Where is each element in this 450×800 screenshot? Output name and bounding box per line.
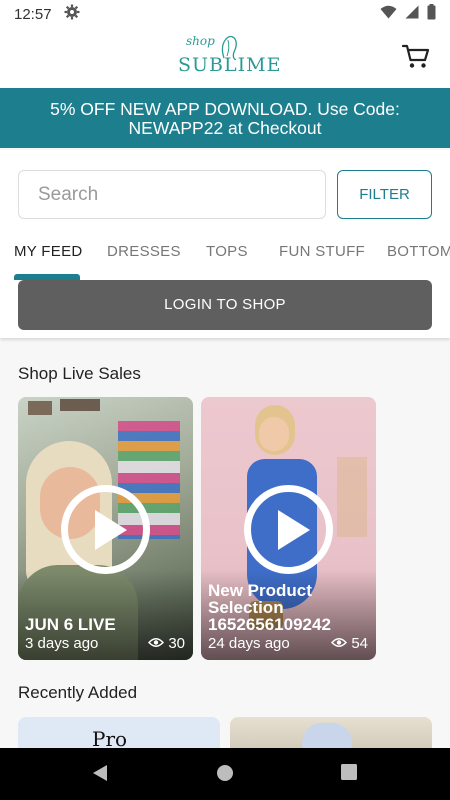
live-card-title: New Product Selection 1652656109242: [208, 582, 331, 633]
promo-banner[interactable]: 5% OFF NEW APP DOWNLOAD. Use Code: NEWAP…: [0, 88, 450, 148]
live-card-time: 24 days ago: [208, 635, 290, 652]
login-bar: LOGIN TO SHOP: [0, 280, 450, 338]
live-card-views: 54: [331, 635, 368, 652]
live-sale-card[interactable]: New Product Selection 1652656109242 24 d…: [201, 397, 376, 660]
battery-icon: [427, 4, 436, 24]
live-card-title-line-2: Selection: [208, 598, 284, 617]
search-row: Search FILTER: [0, 150, 450, 232]
wifi-icon: [380, 5, 397, 23]
promo-line-1: 5% OFF NEW APP DOWNLOAD. Use Code:: [50, 99, 400, 119]
shop-sublime-logo[interactable]: shop SUBLIME: [160, 34, 290, 82]
recents-icon[interactable]: [341, 764, 357, 785]
home-icon[interactable]: [216, 764, 234, 787]
live-sales-heading: Shop Live Sales: [18, 364, 141, 383]
live-card-time: 3 days ago: [25, 635, 99, 652]
view-count: 54: [351, 635, 368, 652]
play-icon[interactable]: [61, 485, 150, 574]
back-icon[interactable]: [91, 764, 109, 787]
search-input[interactable]: Search: [18, 170, 326, 219]
status-time: 12:57: [14, 5, 52, 23]
view-count: 30: [168, 635, 185, 652]
tab-tops[interactable]: TOPS: [206, 243, 248, 260]
filter-button[interactable]: FILTER: [337, 170, 432, 219]
tab-my-feed[interactable]: MY FEED: [14, 243, 83, 260]
live-card-title-line-1: New Product: [208, 581, 312, 600]
eye-icon: [331, 635, 348, 652]
system-nav-bar: [0, 748, 450, 800]
tab-dresses[interactable]: DRESSES: [107, 243, 181, 260]
recently-added-heading: Recently Added: [18, 683, 138, 702]
status-bar: 12:57: [0, 0, 450, 28]
tab-bottoms[interactable]: BOTTOMS: [387, 243, 450, 260]
app-header: shop SUBLIME: [0, 28, 450, 88]
live-card-title: JUN 6 LIVE: [25, 615, 116, 634]
tab-fun-stuff[interactable]: FUN STUFF: [279, 243, 365, 260]
cart-icon[interactable]: [401, 44, 430, 70]
settings-icon: [64, 4, 80, 24]
promo-line-2: NEWAPP22 at Checkout: [128, 118, 322, 138]
eye-icon: [148, 635, 165, 652]
logo-script: shop: [186, 34, 215, 48]
live-card-title-line-3: 1652656109242: [208, 615, 331, 634]
live-sale-card[interactable]: JUN 6 LIVE 3 days ago 30: [18, 397, 193, 660]
play-icon[interactable]: [244, 485, 333, 574]
logo-text: SUBLIME: [178, 54, 282, 76]
live-card-views: 30: [148, 635, 185, 652]
signal-icon: [405, 5, 419, 23]
category-tabs: MY FEED DRESSES TOPS FUN STUFF BOTTOMS: [0, 232, 450, 280]
login-to-shop-button[interactable]: LOGIN TO SHOP: [18, 280, 432, 330]
